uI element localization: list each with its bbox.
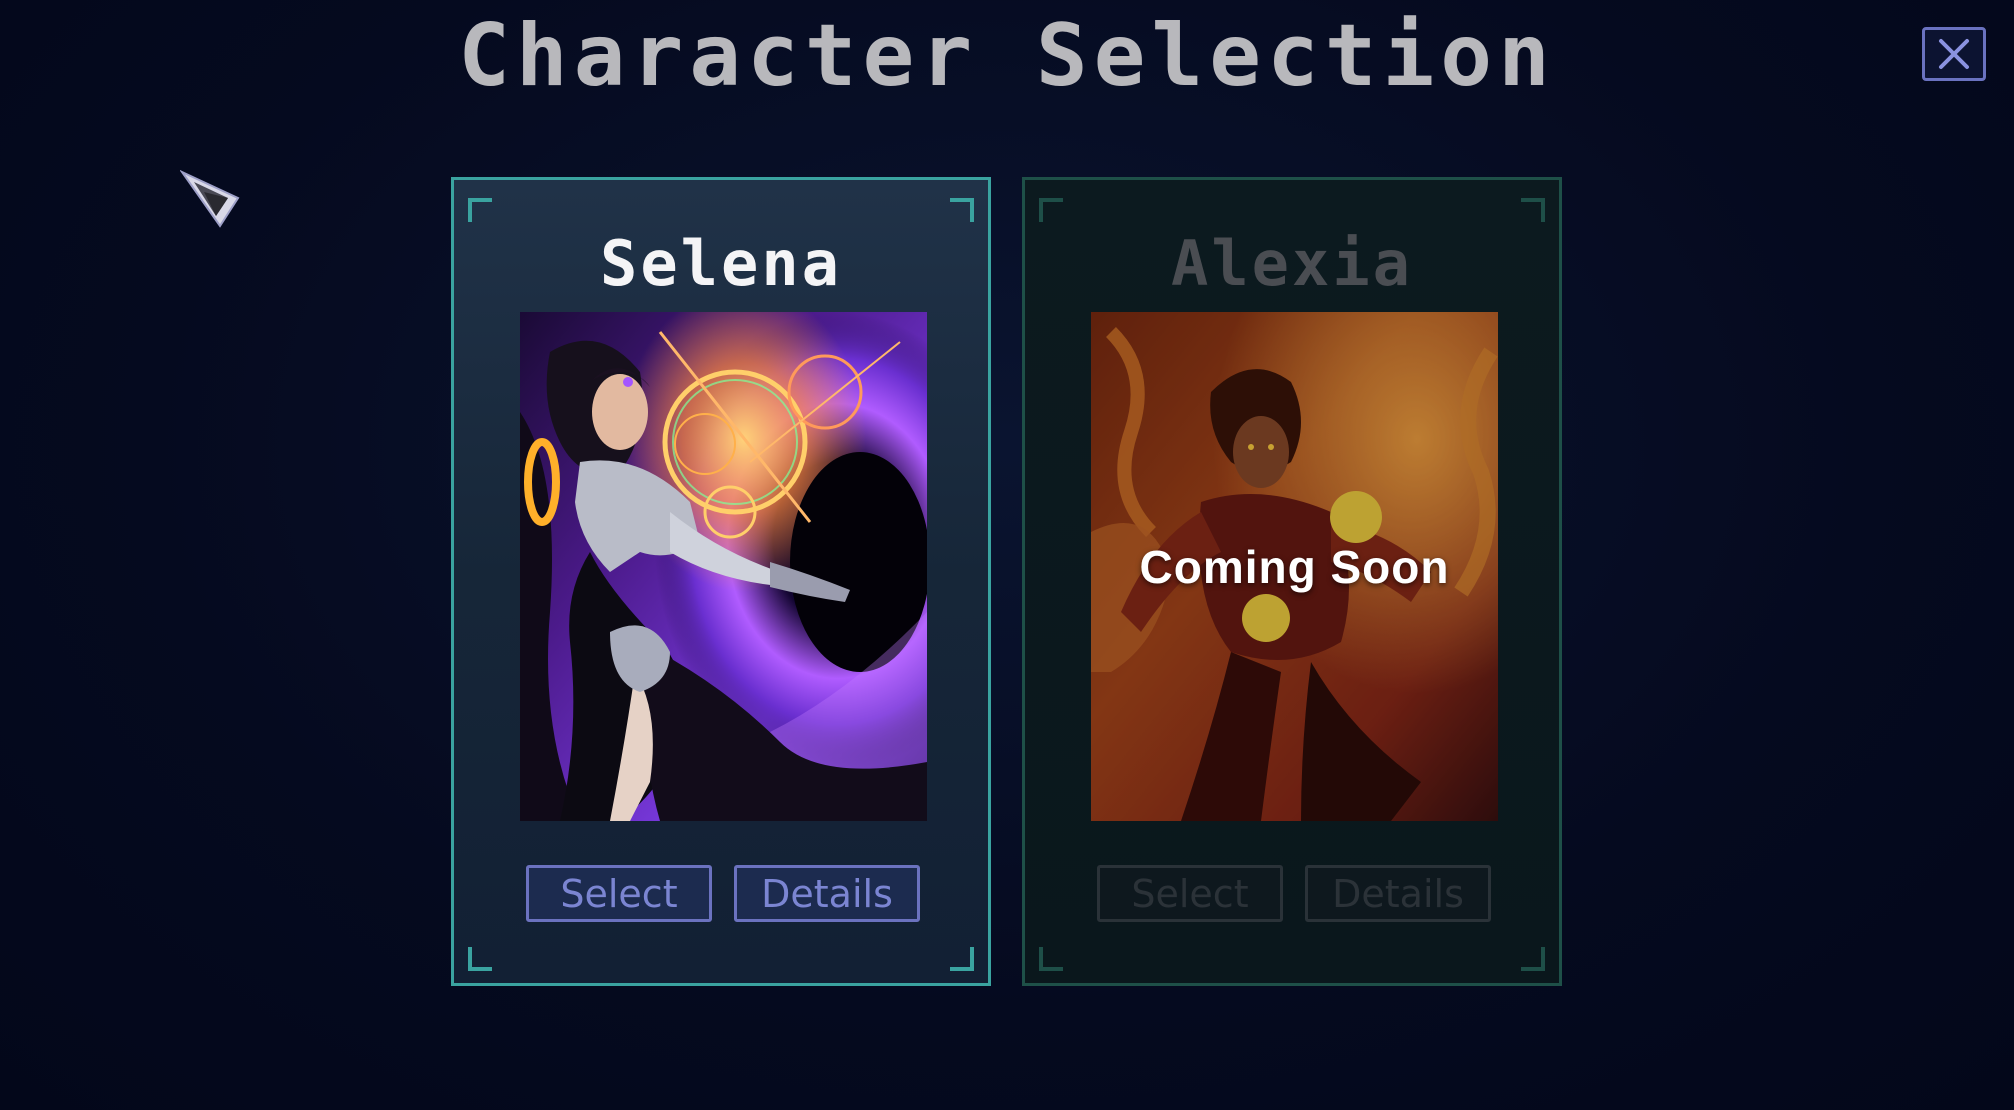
close-icon [1939, 39, 1969, 69]
character-name: Alexia [1171, 227, 1413, 300]
card-corner-decoration [1521, 947, 1545, 971]
details-button-disabled: Details [1305, 865, 1491, 922]
character-portrait-selena [520, 312, 927, 821]
character-name: Selena [600, 227, 842, 300]
card-corner-decoration [950, 198, 974, 222]
select-button[interactable]: Select [526, 865, 712, 922]
card-corner-decoration [1521, 198, 1545, 222]
coming-soon-label: Coming Soon [1139, 540, 1450, 593]
card-corner-decoration [1039, 947, 1063, 971]
character-card-alexia: Alexia Coming Soon Select Details [1022, 177, 1562, 986]
card-corner-decoration [468, 198, 492, 222]
screen-title: Character Selection [458, 6, 1556, 106]
arrow-cursor-icon [180, 170, 240, 228]
close-button[interactable] [1922, 27, 1986, 81]
character-portrait-alexia: Coming Soon [1091, 312, 1498, 821]
select-button-disabled: Select [1097, 865, 1283, 922]
character-card-selena[interactable]: Selena Select Details [451, 177, 991, 986]
card-corner-decoration [1039, 198, 1063, 222]
card-corner-decoration [468, 947, 492, 971]
card-corner-decoration [950, 947, 974, 971]
character-selection-screen: Character Selection Selena Select Detail… [0, 0, 2014, 1110]
details-button[interactable]: Details [734, 865, 920, 922]
